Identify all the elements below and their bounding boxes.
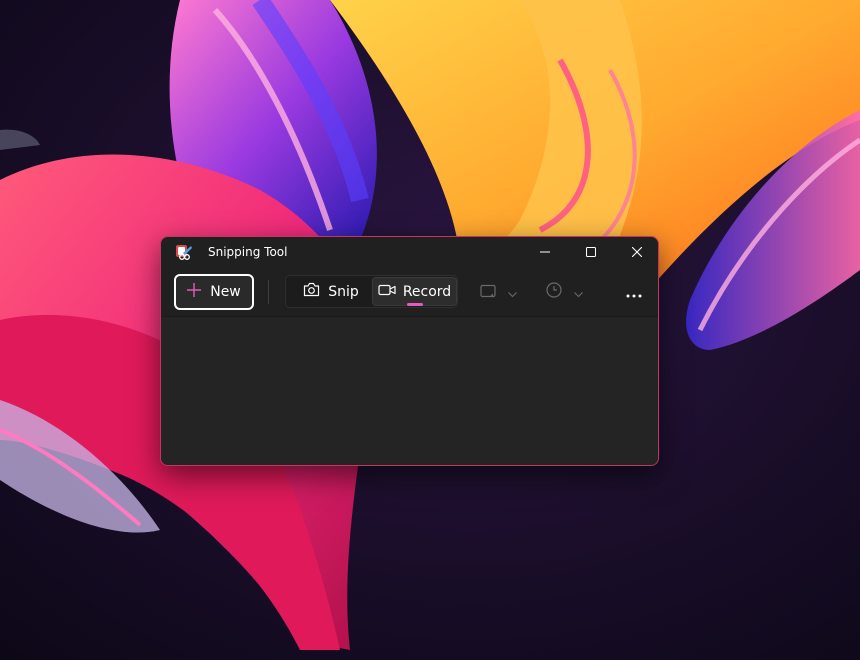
minimize-icon	[540, 247, 550, 257]
snip-mode-label: Snip	[328, 283, 359, 300]
close-icon	[632, 247, 642, 257]
minimize-button[interactable]	[522, 237, 568, 267]
record-mode-label: Record	[402, 283, 452, 300]
maximize-button[interactable]	[568, 237, 614, 267]
chevron-down-icon	[508, 283, 517, 302]
toolbar: New Snip Record	[161, 269, 658, 315]
camera-icon	[303, 282, 320, 301]
more-options-icon	[626, 283, 642, 302]
snipping-tool-window: Snipping Tool New Snip Record	[160, 236, 659, 466]
snip-shape-dropdown[interactable]	[480, 279, 517, 305]
clock-icon	[546, 282, 562, 302]
new-button-label: New	[210, 284, 241, 300]
title-bar: Snipping Tool	[161, 237, 658, 269]
record-mode-button[interactable]: Record	[372, 277, 457, 306]
more-options-button[interactable]	[617, 279, 651, 305]
close-button[interactable]	[614, 237, 658, 267]
new-button[interactable]: New	[174, 274, 254, 310]
delay-dropdown[interactable]	[546, 279, 583, 305]
toolbar-divider	[268, 280, 269, 304]
capture-mode-toggle: Snip Record	[285, 275, 458, 308]
rectangle-snip-icon	[480, 283, 496, 302]
snipping-tool-app-icon	[175, 243, 193, 261]
window-title: Snipping Tool	[208, 245, 288, 259]
snip-mode-button[interactable]: Snip	[292, 276, 370, 307]
video-camera-icon	[378, 284, 396, 300]
chevron-down-icon	[574, 283, 583, 302]
plus-icon	[187, 283, 202, 301]
selected-mode-indicator	[407, 303, 423, 306]
maximize-icon	[586, 247, 596, 257]
capture-area	[161, 316, 658, 465]
